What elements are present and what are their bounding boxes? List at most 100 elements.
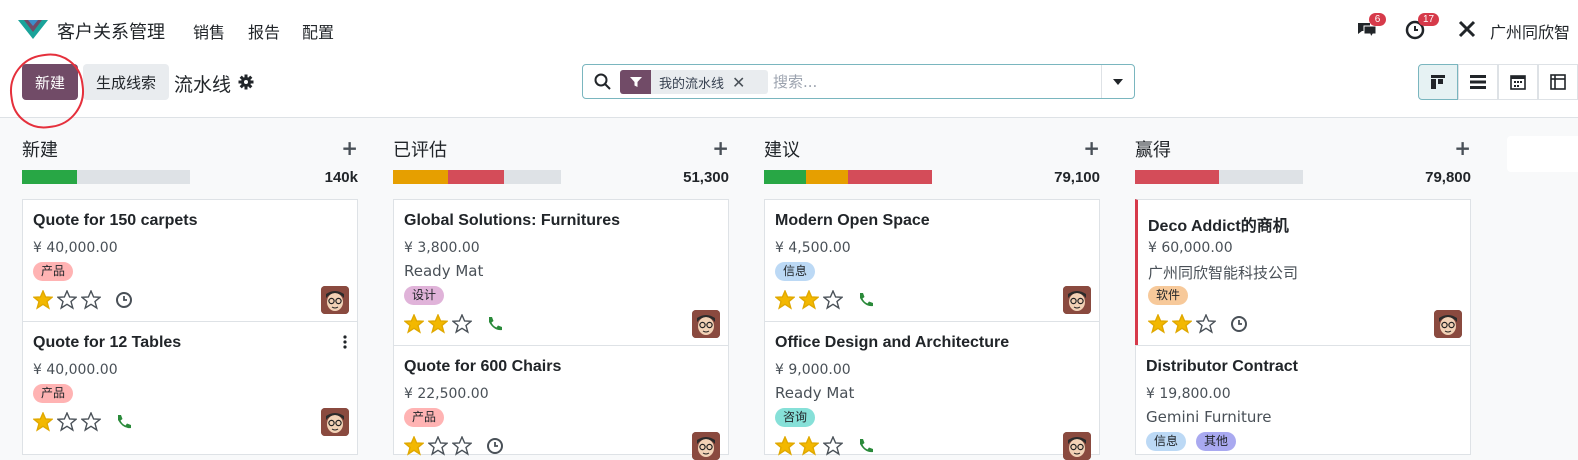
avatar[interactable] <box>1063 432 1091 460</box>
avatar[interactable] <box>1434 310 1462 338</box>
column-progress-bar[interactable] <box>764 170 932 184</box>
activity-button[interactable]: 17 <box>1404 13 1440 43</box>
star-filled-icon[interactable] <box>1172 314 1192 334</box>
star-empty-icon[interactable] <box>428 436 448 456</box>
phone-icon[interactable] <box>857 437 875 455</box>
column-total: 79,100 <box>1054 169 1100 186</box>
column-add-icon[interactable]: + <box>712 136 729 160</box>
column-total: 79,800 <box>1425 169 1471 186</box>
view-calendar-button[interactable] <box>1498 64 1538 100</box>
column-progress-bar[interactable] <box>393 170 561 184</box>
star-empty-icon[interactable] <box>823 290 843 310</box>
star-filled-icon[interactable] <box>404 314 424 334</box>
priority-stars <box>775 290 843 310</box>
progress-segment[interactable] <box>393 170 449 184</box>
star-filled-icon[interactable] <box>775 436 795 456</box>
avatar[interactable] <box>692 432 720 460</box>
star-filled-icon[interactable] <box>33 412 53 432</box>
list-icon <box>1470 75 1486 89</box>
progress-segment[interactable] <box>1135 170 1219 184</box>
progress-segment[interactable] <box>22 170 78 184</box>
clock-icon[interactable] <box>115 291 133 309</box>
control-panel: 新建 生成线索 流水线 我的流水线 ✕ <box>0 58 1578 118</box>
card-partner: Ready Mat <box>404 262 484 280</box>
tools-icon[interactable] <box>1457 19 1477 39</box>
column-title[interactable]: 已评估 <box>393 136 447 162</box>
search-options-toggle[interactable] <box>1101 65 1134 98</box>
column-title[interactable]: 新建 <box>22 136 58 162</box>
clock-icon[interactable] <box>486 437 504 455</box>
card-tag: 软件 <box>1148 286 1189 305</box>
add-column-placeholder[interactable] <box>1507 136 1578 172</box>
star-filled-icon[interactable] <box>428 314 448 334</box>
avatar[interactable] <box>321 408 349 436</box>
opportunity-card[interactable]: Modern Open Space ¥ 4,500.00 信息 <box>764 199 1100 322</box>
view-kanban-button[interactable] <box>1418 64 1458 100</box>
star-empty-icon[interactable] <box>1196 314 1216 334</box>
clock-icon[interactable] <box>1230 315 1248 333</box>
company-switcher[interactable]: 广州同欣智 <box>1490 19 1570 43</box>
search-input[interactable] <box>773 70 1093 94</box>
phone-icon[interactable] <box>486 315 504 333</box>
app-name[interactable]: 客户关系管理 <box>57 18 165 44</box>
star-filled-icon[interactable] <box>775 290 795 310</box>
opportunity-card[interactable]: Deco Addict的商机 ¥ 60,000.00 广州同欣智能科技公司 软件 <box>1135 199 1471 346</box>
star-empty-icon[interactable] <box>81 412 101 432</box>
progress-segment[interactable] <box>848 170 932 184</box>
star-empty-icon[interactable] <box>57 412 77 432</box>
view-list-button[interactable] <box>1458 64 1498 100</box>
opportunity-card[interactable]: Quote for 150 carpets ¥ 40,000.00 产品 <box>22 199 358 322</box>
star-empty-icon[interactable] <box>452 314 472 334</box>
star-filled-icon[interactable] <box>799 436 819 456</box>
progress-segment[interactable] <box>448 170 504 184</box>
facet-remove-icon[interactable]: ✕ <box>732 73 745 92</box>
menu-sales[interactable]: 销售 <box>193 19 225 43</box>
kebab-menu-icon[interactable] <box>343 334 347 349</box>
progress-segment[interactable] <box>764 170 806 184</box>
card-partner: 广州同欣智能科技公司 <box>1148 264 1299 282</box>
progress-segment[interactable] <box>806 170 848 184</box>
menu-config[interactable]: 配置 <box>302 19 334 43</box>
avatar[interactable] <box>321 286 349 314</box>
phone-icon[interactable] <box>115 413 133 431</box>
avatar[interactable] <box>692 310 720 338</box>
star-filled-icon[interactable] <box>799 290 819 310</box>
card-amount: ¥ 40,000.00 <box>33 240 118 256</box>
kanban-column: 新建 +140k Quote for 150 carpets ¥ 40,000.00 产… <box>22 136 358 455</box>
opportunity-card[interactable]: Office Design and Architecture ¥ 9,000.00… <box>764 321 1100 460</box>
crm-logo-icon[interactable] <box>18 18 48 40</box>
chat-badge: 6 <box>1369 13 1386 26</box>
column-title[interactable]: 赢得 <box>1135 136 1171 162</box>
card-partner: Ready Mat <box>775 384 855 402</box>
column-add-icon[interactable]: + <box>1454 136 1471 160</box>
priority-stars <box>1148 314 1216 334</box>
column-add-icon[interactable]: + <box>341 136 358 160</box>
opportunity-card[interactable]: Global Solutions: Furnitures ¥ 3,800.00 Re… <box>393 199 729 346</box>
kanban-column: 赢得 +79,800 Deco Addict的商机 ¥ 60,000.00 广州同欣智能… <box>1135 136 1471 455</box>
opportunity-card[interactable]: Quote for 12 Tables ¥ 40,000.00 产品 <box>22 321 358 455</box>
top-navbar: 客户关系管理 销售 报告 配置 6 17 广州同欣智 <box>0 0 1578 58</box>
avatar[interactable] <box>1063 286 1091 314</box>
column-title[interactable]: 建议 <box>764 136 800 162</box>
new-button[interactable]: 新建 <box>22 64 78 100</box>
phone-icon[interactable] <box>857 291 875 309</box>
chat-button[interactable]: 6 <box>1355 13 1386 43</box>
card-title: Global Solutions: Furnitures <box>404 212 620 229</box>
star-filled-icon[interactable] <box>33 290 53 310</box>
generate-leads-button[interactable]: 生成线索 <box>83 64 169 100</box>
opportunity-card[interactable]: Quote for 600 Chairs ¥ 22,500.00 产品 <box>393 345 729 460</box>
kanban-column: 建议 +79,100 Modern Open Space ¥ 4,500.00 信息 Of… <box>764 136 1100 460</box>
column-add-icon[interactable]: + <box>1083 136 1100 160</box>
star-empty-icon[interactable] <box>57 290 77 310</box>
menu-reports[interactable]: 报告 <box>248 19 280 43</box>
gear-icon[interactable] <box>238 74 254 90</box>
column-progress-bar[interactable] <box>22 170 190 184</box>
star-empty-icon[interactable] <box>823 436 843 456</box>
star-filled-icon[interactable] <box>1148 314 1168 334</box>
column-progress-bar[interactable] <box>1135 170 1303 184</box>
star-empty-icon[interactable] <box>81 290 101 310</box>
view-pivot-button[interactable] <box>1538 64 1578 100</box>
star-filled-icon[interactable] <box>404 436 424 456</box>
star-empty-icon[interactable] <box>452 436 472 456</box>
opportunity-card[interactable]: Distributor Contract ¥ 19,800.00 Gemini Fu… <box>1135 345 1471 455</box>
